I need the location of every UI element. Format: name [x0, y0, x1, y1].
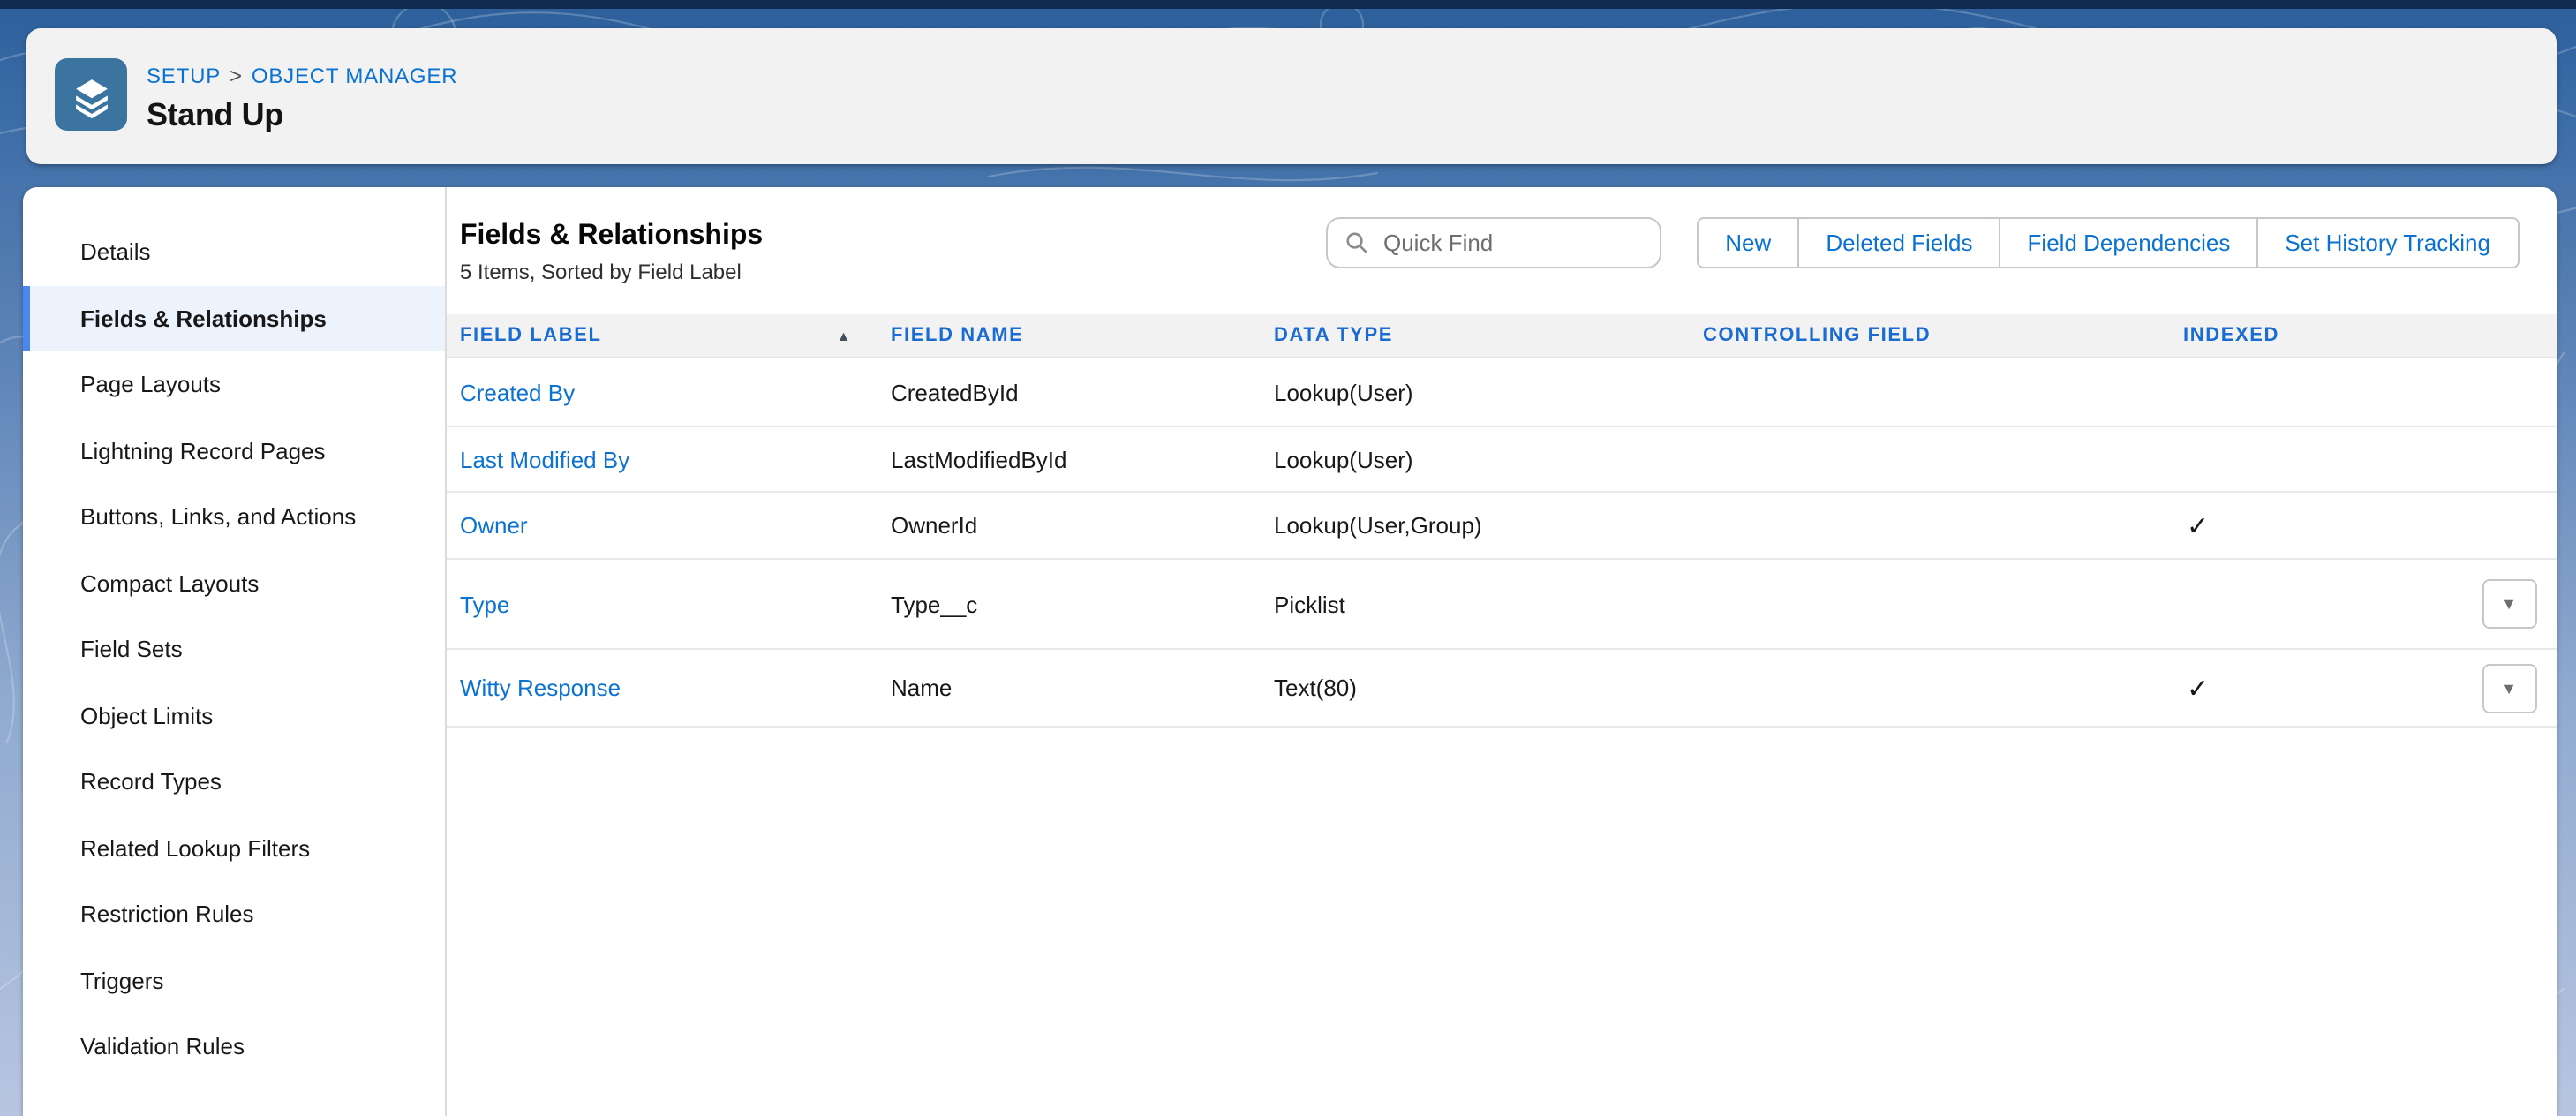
sidebar-item-validation-rules[interactable]: Validation Rules — [22, 1014, 444, 1080]
sidebar-item-label: Fields & Relationships — [80, 305, 327, 332]
column-header-label: DATA TYPE — [1274, 325, 1393, 346]
sidebar-item-lightning-record-pages[interactable]: Lightning Record Pages — [22, 418, 444, 484]
row-actions-menu-button[interactable]: ▼ — [2482, 579, 2536, 629]
field-row-type: Type Type__cPicklist ▼ — [446, 560, 2556, 650]
sidebar-item-label: Related Lookup Filters — [80, 835, 310, 862]
data-type-cell: Text(80) — [1260, 675, 1689, 701]
sidebar-item-label: Compact Layouts — [80, 570, 259, 597]
field-row-witty-response: Witty Response NameText(80) ✓ ▼ — [446, 650, 2556, 728]
field-label-cell: Witty Response — [446, 675, 877, 701]
field-label-cell: Owner — [446, 512, 877, 539]
field-name-cell: LastModifiedById — [877, 446, 1260, 472]
sort-ascending-icon: ▲ — [837, 328, 852, 343]
sidebar-item-compact-layouts[interactable]: Compact Layouts — [22, 550, 444, 616]
breadcrumb-setup-link[interactable]: SETUP — [147, 64, 221, 88]
custom-object-layers-icon — [55, 58, 127, 131]
column-header-label: FIELD NAME — [891, 325, 1023, 346]
page-title: Stand Up — [147, 95, 457, 134]
field-label-link[interactable]: Last Modified By — [460, 446, 629, 472]
field-row-created-by: Created By CreatedByIdLookup(User) — [446, 358, 2556, 427]
check-icon: ✓ — [2187, 511, 2209, 541]
sidebar-item-label: Buttons, Links, and Actions — [80, 504, 356, 531]
object-manager-sidebar: Details Fields & Relationships Page Layout… — [22, 187, 446, 1116]
sidebar-item-triggers[interactable]: Triggers — [22, 947, 444, 1014]
sidebar-item-restriction-rules[interactable]: Restriction Rules — [22, 881, 444, 947]
column-header-data-type[interactable]: DATA TYPE — [1260, 325, 1689, 346]
column-header-label: INDEXED — [2183, 325, 2279, 346]
field-name-cell: CreatedById — [877, 379, 1260, 405]
field-row-owner: Owner OwnerIdLookup(User,Group) ✓ — [446, 493, 2556, 560]
quick-find-box[interactable] — [1325, 217, 1661, 268]
field-label-link[interactable]: Type — [460, 591, 509, 617]
row-actions-menu-button[interactable]: ▼ — [2482, 663, 2536, 713]
sidebar-item-field-sets[interactable]: Field Sets — [22, 616, 444, 682]
table-header-row: FIELD LABEL ▲ FIELD NAME DATA TYPE CONTROLLI… — [446, 314, 2556, 358]
column-header-field-label[interactable]: FIELD LABEL ▲ — [446, 325, 877, 346]
sidebar-item-label: Validation Rules — [80, 1034, 245, 1060]
data-type-cell: Picklist — [1260, 591, 1689, 617]
field-label-link[interactable]: Owner — [460, 512, 528, 539]
sidebar-item-label: Field Sets — [80, 637, 183, 663]
data-type-cell: Lookup(User) — [1260, 446, 1689, 472]
sidebar-item-label: Restriction Rules — [80, 901, 254, 928]
sidebar-item-label: Triggers — [80, 968, 163, 994]
data-type-cell: Lookup(User) — [1260, 379, 1689, 405]
search-icon — [1344, 231, 1367, 254]
content-panel: Details Fields & Relationships Page Layout… — [22, 187, 2556, 1116]
sidebar-item-object-limits[interactable]: Object Limits — [22, 682, 444, 749]
fields-relationships-panel: Fields & Relationships 5 Items, Sorted b… — [446, 187, 2556, 1116]
field-name-cell: OwnerId — [877, 512, 1260, 539]
salesforce-object-manager-page: SETUP > OBJECT MANAGER Stand Up Details Fie… — [0, 0, 2576, 1116]
sidebar-item-fields-relationships[interactable]: Fields & Relationships — [22, 285, 444, 351]
field-label-link[interactable]: Created By — [460, 379, 575, 405]
breadcrumb: SETUP > OBJECT MANAGER — [147, 64, 457, 88]
quick-find-input[interactable] — [1380, 228, 1641, 258]
check-icon: ✓ — [2187, 674, 2209, 704]
sidebar-item-label: Record Types — [80, 769, 222, 796]
column-header-field-name[interactable]: FIELD NAME — [877, 325, 1260, 346]
sidebar-item-details[interactable]: Details — [22, 219, 444, 285]
column-header-label: CONTROLLING FIELD — [1703, 325, 1931, 346]
field-name-cell: Type__c — [877, 591, 1260, 617]
chevron-down-icon: ▼ — [2501, 595, 2517, 613]
field-name-cell: Name — [877, 675, 1260, 701]
sidebar-item-buttons-links-and-actions[interactable]: Buttons, Links, and Actions — [22, 484, 444, 550]
sidebar-item-label: Details — [80, 239, 151, 266]
data-type-cell: Lookup(User,Group) — [1260, 512, 1689, 539]
sidebar-item-label: Lightning Record Pages — [80, 438, 326, 464]
field-label-cell: Type — [446, 591, 877, 617]
field-dependencies-button[interactable]: Field Dependencies — [2000, 217, 2259, 268]
column-header-label: FIELD LABEL — [460, 325, 602, 346]
toolbar-button-group: NewDeleted FieldsField DependenciesSet H… — [1697, 217, 2519, 268]
sidebar-item-related-lookup-filters[interactable]: Related Lookup Filters — [22, 815, 444, 881]
object-header-card: SETUP > OBJECT MANAGER Stand Up — [26, 28, 2557, 164]
header-text-block: SETUP > OBJECT MANAGER Stand Up — [147, 58, 457, 134]
breadcrumb-object-manager-link[interactable]: OBJECT MANAGER — [252, 64, 457, 88]
column-header-controlling-field[interactable]: CONTROLLING FIELD — [1689, 325, 2169, 346]
breadcrumb-separator: > — [230, 64, 243, 88]
field-label-cell: Last Modified By — [446, 446, 877, 472]
top-navy-strip — [0, 0, 2576, 9]
field-label-cell: Created By — [446, 379, 877, 405]
sidebar-item-label: Page Layouts — [80, 372, 221, 398]
chevron-down-icon: ▼ — [2501, 679, 2517, 697]
sidebar-item-label: Object Limits — [80, 703, 213, 729]
new-button[interactable]: New — [1697, 217, 1799, 268]
table-body: Created ByCreatedByIdLookup(User)Last Mo… — [446, 358, 2556, 728]
sidebar-item-page-layouts[interactable]: Page Layouts — [22, 351, 444, 418]
indexed-cell: ✓ — [2169, 509, 2556, 541]
section-header: Fields & Relationships 5 Items, Sorted b… — [446, 187, 2556, 314]
deleted-fields-button[interactable]: Deleted Fields — [1797, 217, 2000, 268]
field-label-link[interactable]: Witty Response — [460, 675, 621, 701]
field-row-last-modified-by: Last Modified By LastModifiedByIdLookup(U… — [446, 427, 2556, 493]
set-history-tracking-button[interactable]: Set History Tracking — [2256, 217, 2519, 268]
column-header-indexed[interactable]: INDEXED — [2169, 325, 2556, 346]
sidebar-item-record-types[interactable]: Record Types — [22, 749, 444, 815]
